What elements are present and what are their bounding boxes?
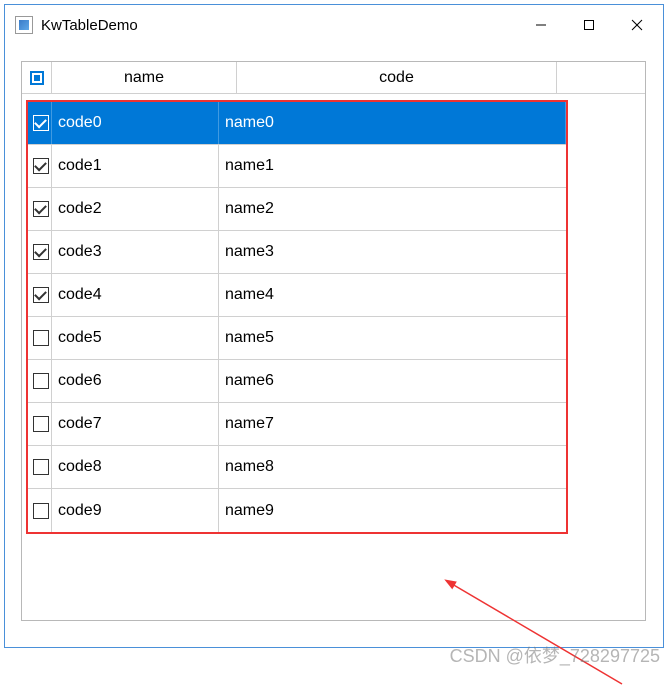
close-button[interactable] [613,9,661,41]
table-row[interactable]: code0name0 [28,102,566,145]
cell-name[interactable]: code3 [52,231,219,273]
minimize-button[interactable] [517,9,565,41]
table-row[interactable]: code4name4 [28,274,566,317]
titlebar: KwTableDemo [5,5,663,45]
row-checkbox[interactable] [28,231,52,273]
table: name code code0name0code1name1code2name2… [21,61,646,621]
table-row[interactable]: code9name9 [28,489,566,532]
cell-name[interactable]: code0 [52,102,219,144]
table-row[interactable]: code6name6 [28,360,566,403]
cell-name[interactable]: code7 [52,403,219,445]
row-checkbox[interactable] [28,145,52,187]
checkbox-icon [33,416,49,432]
cell-code[interactable]: name7 [219,403,566,445]
checkbox-icon [33,459,49,475]
checkbox-icon [33,158,49,174]
cell-name[interactable]: code6 [52,360,219,402]
table-row[interactable]: code7name7 [28,403,566,446]
cell-code[interactable]: name1 [219,145,566,187]
client-area: name code code0name0code1name1code2name2… [5,45,663,647]
header-name[interactable]: name [52,62,237,93]
maximize-button[interactable] [565,9,613,41]
checkbox-icon [33,244,49,260]
cell-name[interactable]: code5 [52,317,219,359]
cell-name[interactable]: code8 [52,446,219,488]
table-header: name code [22,62,645,94]
header-spacer [557,62,645,93]
checkbox-icon [33,373,49,389]
cell-code[interactable]: name5 [219,317,566,359]
row-checkbox[interactable] [28,102,52,144]
row-checkbox[interactable] [28,274,52,316]
cell-name[interactable]: code2 [52,188,219,230]
cell-name[interactable]: code9 [52,489,219,532]
cell-code[interactable]: name9 [219,489,566,532]
table-row[interactable]: code3name3 [28,231,566,274]
row-checkbox[interactable] [28,446,52,488]
row-checkbox[interactable] [28,317,52,359]
checkbox-icon [33,201,49,217]
app-icon [15,16,33,34]
table-row[interactable]: code2name2 [28,188,566,231]
table-row[interactable]: code5name5 [28,317,566,360]
cell-code[interactable]: name4 [219,274,566,316]
row-checkbox[interactable] [28,403,52,445]
row-checkbox[interactable] [28,489,52,532]
window-controls [517,9,661,41]
cell-code[interactable]: name8 [219,446,566,488]
table-rows-highlight: code0name0code1name1code2name2code3name3… [26,100,568,534]
table-row[interactable]: code1name1 [28,145,566,188]
cell-code[interactable]: name2 [219,188,566,230]
checkbox-icon [33,330,49,346]
checkbox-icon [33,287,49,303]
cell-code[interactable]: name3 [219,231,566,273]
checkbox-icon [33,115,49,131]
cell-code[interactable]: name0 [219,102,566,144]
cell-code[interactable]: name6 [219,360,566,402]
row-checkbox[interactable] [28,360,52,402]
watermark: CSDN @依梦_728297725 [450,642,660,668]
cell-name[interactable]: code1 [52,145,219,187]
header-checkbox[interactable] [22,62,52,93]
window-title: KwTableDemo [41,17,517,34]
app-window: KwTableDemo name code code0name0code1nam… [4,4,664,648]
checkbox-icon [33,503,49,519]
cell-name[interactable]: code4 [52,274,219,316]
annotation-arrow-icon [432,574,632,694]
row-checkbox[interactable] [28,188,52,230]
table-row[interactable]: code8name8 [28,446,566,489]
header-code[interactable]: code [237,62,557,93]
